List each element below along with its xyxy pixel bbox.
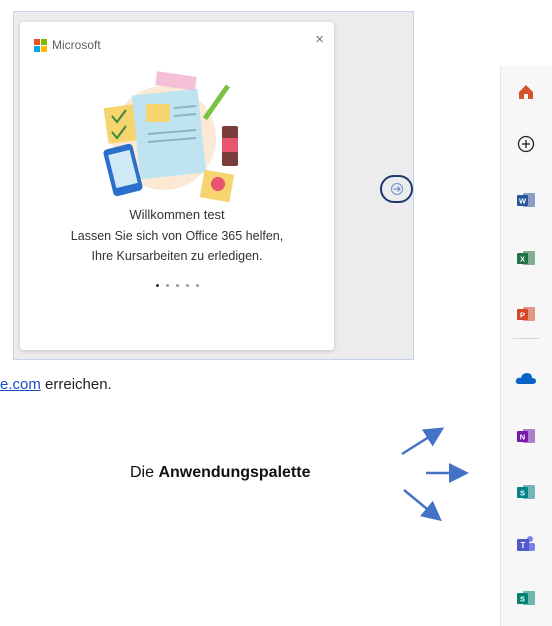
sharepoint-icon: S	[517, 485, 535, 499]
carousel-dot[interactable]	[175, 284, 179, 287]
screenshot-panel: Microsoft × Willkommen test Lassen Sie s…	[13, 11, 414, 360]
welcome-body: Lassen Sie sich von Office 365 helfen, I…	[70, 229, 284, 263]
sidebar-app-home[interactable]	[513, 80, 539, 104]
sidebar-app-onenote[interactable]: N	[513, 424, 539, 448]
excel-icon: X	[517, 251, 535, 265]
svg-text:W: W	[519, 197, 527, 206]
welcome-dialog: Microsoft × Willkommen test Lassen Sie s…	[20, 22, 334, 350]
close-icon[interactable]: ×	[315, 31, 324, 48]
link-line: e.com erreichen.	[0, 376, 112, 393]
powerpoint-icon: P	[517, 307, 535, 321]
palette-label: Die Anwendungspalette	[130, 464, 310, 482]
carousel-dot[interactable]	[155, 284, 159, 287]
brand: Microsoft	[34, 38, 101, 52]
sidebar-app-teams[interactable]: T	[513, 532, 539, 556]
svg-text:X: X	[520, 255, 525, 264]
onenote-icon: N	[517, 429, 535, 443]
sidebar-app-powerpoint[interactable]: P	[513, 302, 539, 326]
sidebar-app-sway[interactable]: S	[513, 586, 539, 610]
brand-name: Microsoft	[52, 38, 101, 52]
palette-label-prefix: Die	[130, 464, 159, 481]
svg-text:S: S	[520, 489, 525, 498]
word-icon: W	[517, 193, 535, 207]
palette-label-bold: Anwendungspalette	[158, 464, 311, 481]
sway-icon: S	[517, 591, 535, 605]
sidebar-app-create[interactable]	[513, 132, 539, 156]
sidebar-divider	[513, 338, 539, 339]
link-line-suffix: erreichen.	[40, 376, 112, 393]
office-link[interactable]: e.com	[0, 376, 41, 393]
teams-icon: T	[517, 536, 535, 551]
onedrive-icon	[515, 373, 536, 384]
sidebar-app-word[interactable]: W	[513, 188, 539, 212]
svg-text:T: T	[521, 541, 526, 550]
carousel-dot[interactable]	[165, 284, 169, 287]
create-icon	[517, 135, 535, 153]
app-launcher-sidebar: W X P N S T S	[500, 66, 552, 626]
carousel-dot[interactable]	[185, 284, 189, 287]
svg-text:P: P	[520, 311, 525, 320]
carousel-dot[interactable]	[195, 284, 199, 287]
svg-text:N: N	[520, 433, 525, 442]
arrow-down	[403, 489, 442, 522]
sidebar-app-onedrive[interactable]	[513, 366, 539, 390]
welcome-title: Willkommen test	[129, 207, 225, 222]
sidebar-app-sharepoint[interactable]: S	[513, 480, 539, 504]
next-button[interactable]	[380, 175, 413, 203]
annotation-arrows	[401, 427, 469, 522]
home-icon	[519, 85, 533, 99]
arrow-up	[401, 427, 445, 456]
svg-text:S: S	[520, 595, 525, 604]
microsoft-logo-icon	[34, 38, 47, 52]
welcome-illustration	[103, 71, 238, 203]
arrow-right-icon	[390, 183, 403, 195]
sidebar-app-excel[interactable]: X	[513, 246, 539, 270]
carousel-dots	[20, 284, 334, 287]
